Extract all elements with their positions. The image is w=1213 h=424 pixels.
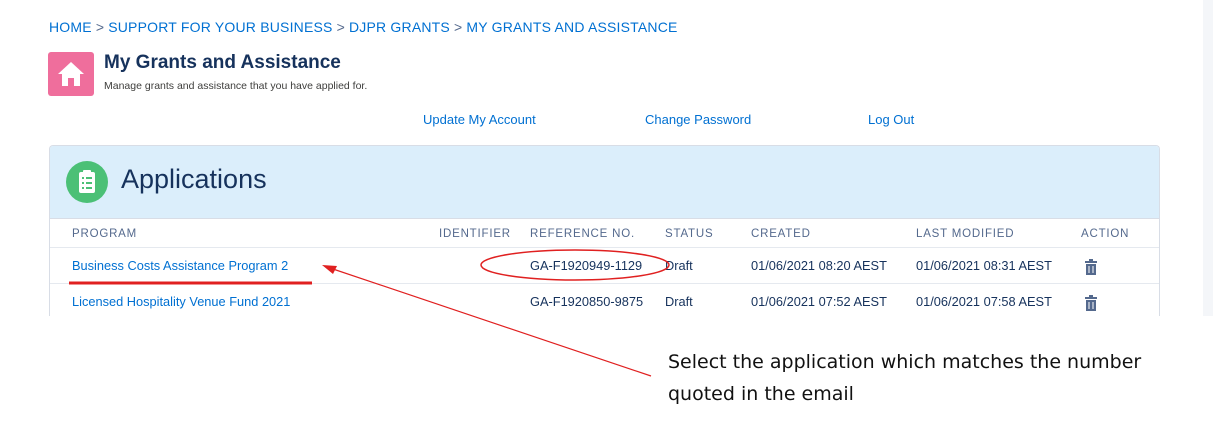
reference-highlight-ellipse [480,249,670,281]
annotation-arrow-line [329,267,652,377]
annotation-arrowhead [322,265,337,274]
annotation-callout: Select the application which matches the… [668,351,1142,405]
